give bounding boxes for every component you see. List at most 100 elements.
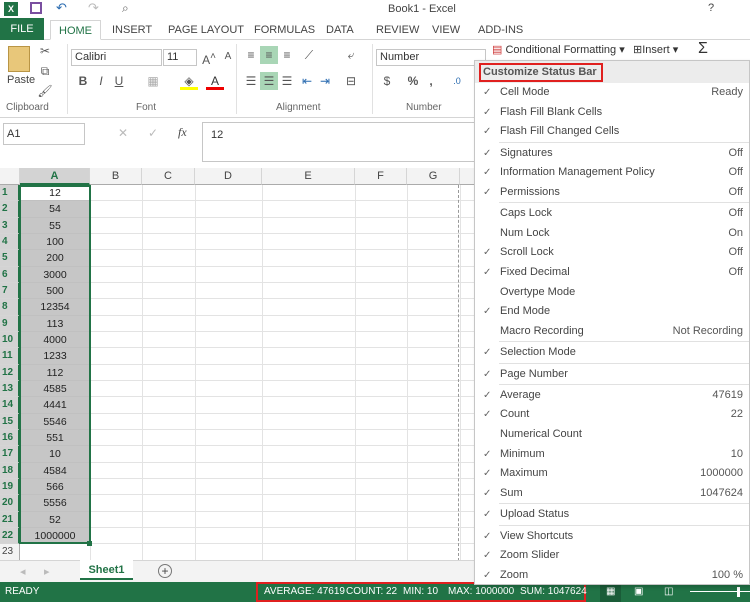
name-box[interactable]: A1 (3, 123, 85, 145)
font-name-select[interactable]: Calibri (71, 49, 162, 66)
fill-handle[interactable] (87, 541, 92, 547)
row-header[interactable]: 12 (0, 364, 20, 381)
format-painter-icon[interactable]: 🖌 (36, 82, 54, 100)
menu-item-permissions[interactable]: ✓ Permissions Off (475, 183, 749, 203)
row-header[interactable]: 20 (0, 495, 20, 512)
menu-item-upload-status[interactable]: ✓ Upload Status (475, 505, 749, 525)
cancel-icon[interactable]: ✕ (118, 126, 128, 140)
italic-button[interactable]: I (92, 72, 110, 90)
menu-item-minimum[interactable]: ✓ Minimum 10 (475, 445, 749, 465)
font-color-icon[interactable]: A (206, 72, 224, 90)
tab-home[interactable]: HOME (50, 20, 101, 40)
enter-icon[interactable]: ✓ (148, 126, 158, 140)
underline-button[interactable]: U (110, 72, 128, 90)
accounting-format-icon[interactable]: $ (378, 72, 396, 90)
column-header-E[interactable]: E (262, 168, 355, 185)
borders-icon[interactable]: ▦ (144, 72, 162, 90)
menu-item-fixed-decimal[interactable]: ✓ Fixed Decimal Off (475, 263, 749, 283)
align-bottom-icon[interactable]: ≡ (278, 46, 296, 64)
row-header[interactable]: 19 (0, 478, 20, 496)
row-header[interactable]: 3 (0, 217, 20, 234)
menu-item-information-management-policy[interactable]: ✓ Information Management Policy Off (475, 163, 749, 183)
menu-item-scroll-lock[interactable]: ✓ Scroll Lock Off (475, 243, 749, 263)
paste-button[interactable]: Paste (7, 74, 35, 86)
new-sheet-button[interactable]: + (158, 564, 172, 578)
save-icon[interactable] (30, 2, 42, 14)
column-header-F[interactable]: F (355, 168, 407, 185)
menu-item-view-shortcuts[interactable]: ✓ View Shortcuts (475, 527, 749, 547)
zoom-slider[interactable] (690, 591, 750, 592)
align-top-icon[interactable]: ≡ (242, 46, 260, 64)
column-header-D[interactable]: D (195, 168, 262, 185)
autosum-button[interactable]: Σ (698, 40, 708, 58)
tab-insert[interactable]: INSERT (104, 20, 160, 40)
orientation-icon[interactable]: ⟋ (300, 46, 318, 64)
decrease-font-icon[interactable]: A (219, 48, 237, 66)
bold-button[interactable]: B (74, 72, 92, 90)
tab-data[interactable]: DATA (318, 20, 362, 40)
row-header[interactable]: 7 (0, 282, 20, 300)
copy-icon[interactable]: ⧉ (36, 62, 54, 80)
menu-item-zoom[interactable]: ✓ Zoom 100 % (475, 566, 749, 586)
scroll-right-icon[interactable]: ▸ (44, 565, 50, 578)
menu-item-end-mode[interactable]: ✓ End Mode (475, 302, 749, 322)
menu-item-average[interactable]: ✓ Average 47619 (475, 386, 749, 406)
menu-item-signatures[interactable]: ✓ Signatures Off (475, 144, 749, 164)
increase-decimal-icon[interactable]: .0 (448, 72, 466, 90)
align-center-icon[interactable]: ☰ (260, 72, 278, 90)
row-header[interactable]: 10 (0, 331, 20, 349)
tab-formulas[interactable]: FORMULAS (246, 20, 323, 40)
conditional-formatting-button[interactable]: ▤ Conditional Formatting ▾ (492, 43, 625, 56)
column-header-A[interactable]: A (20, 168, 90, 185)
paste-icon[interactable] (8, 46, 30, 72)
wrap-text-icon[interactable]: ⤶ (342, 46, 360, 64)
merge-center-icon[interactable]: ⊟ (342, 72, 360, 90)
row-header[interactable]: 21 (0, 511, 20, 528)
row-header[interactable]: 22 (0, 527, 20, 545)
align-middle-icon[interactable]: ≡ (260, 46, 278, 64)
menu-item-sum[interactable]: ✓ Sum 1047624 (475, 484, 749, 504)
menu-item-overtype-mode[interactable]: Overtype Mode (475, 283, 749, 303)
help-icon[interactable]: ? (708, 2, 714, 14)
menu-item-numerical-count[interactable]: Numerical Count (475, 425, 749, 445)
insert-function-button[interactable]: fx (178, 125, 187, 140)
row-header[interactable]: 8 (0, 299, 20, 316)
tab-view[interactable]: VIEW (424, 20, 468, 40)
row-header[interactable]: 15 (0, 413, 20, 430)
increase-indent-icon[interactable]: ⇥ (316, 72, 334, 90)
row-header[interactable]: 2 (0, 201, 20, 218)
row-header[interactable]: 9 (0, 315, 20, 332)
sheet-tab-sheet1[interactable]: Sheet1 (80, 560, 133, 580)
row-header[interactable]: 11 (0, 348, 20, 365)
insert-cells-button[interactable]: ⊞Insert ▾ (633, 43, 678, 56)
menu-item-page-number[interactable]: ✓ Page Number (475, 365, 749, 385)
fill-color-icon[interactable]: ◈ (180, 72, 198, 90)
menu-item-maximum[interactable]: ✓ Maximum 1000000 (475, 464, 749, 484)
print-preview-icon[interactable]: ⌕ (122, 1, 129, 16)
row-header[interactable]: 13 (0, 380, 20, 398)
menu-item-num-lock[interactable]: Num Lock On (475, 224, 749, 244)
redo-icon[interactable]: ↷ (88, 0, 99, 16)
comma-button[interactable]: , (422, 72, 440, 90)
align-right-icon[interactable]: ☰ (278, 72, 296, 90)
menu-item-caps-lock[interactable]: Caps Lock Off (475, 204, 749, 224)
row-header[interactable]: 17 (0, 446, 20, 463)
row-header[interactable]: 16 (0, 429, 20, 447)
row-header[interactable]: 14 (0, 397, 20, 414)
number-format-select[interactable]: Number (376, 49, 486, 66)
font-size-select[interactable]: 11 (163, 49, 197, 66)
row-header[interactable]: 4 (0, 233, 20, 251)
cut-icon[interactable]: ✂ (36, 42, 54, 60)
column-header-C[interactable]: C (142, 168, 195, 185)
tab-review[interactable]: REVIEW (368, 20, 427, 40)
menu-item-macro-recording[interactable]: Macro Recording Not Recording (475, 322, 749, 342)
undo-icon[interactable]: ↶ (56, 0, 67, 16)
row-header[interactable]: 1 (0, 185, 20, 202)
row-header[interactable]: 6 (0, 266, 20, 283)
menu-item-flash-fill-blank-cells[interactable]: ✓ Flash Fill Blank Cells (475, 103, 749, 123)
tab-file[interactable]: FILE (0, 18, 44, 40)
tab-add-ins[interactable]: ADD-INS (470, 20, 531, 40)
row-header[interactable]: 23 (0, 544, 20, 561)
percent-button[interactable]: % (404, 72, 422, 90)
column-header-B[interactable]: B (90, 168, 142, 185)
